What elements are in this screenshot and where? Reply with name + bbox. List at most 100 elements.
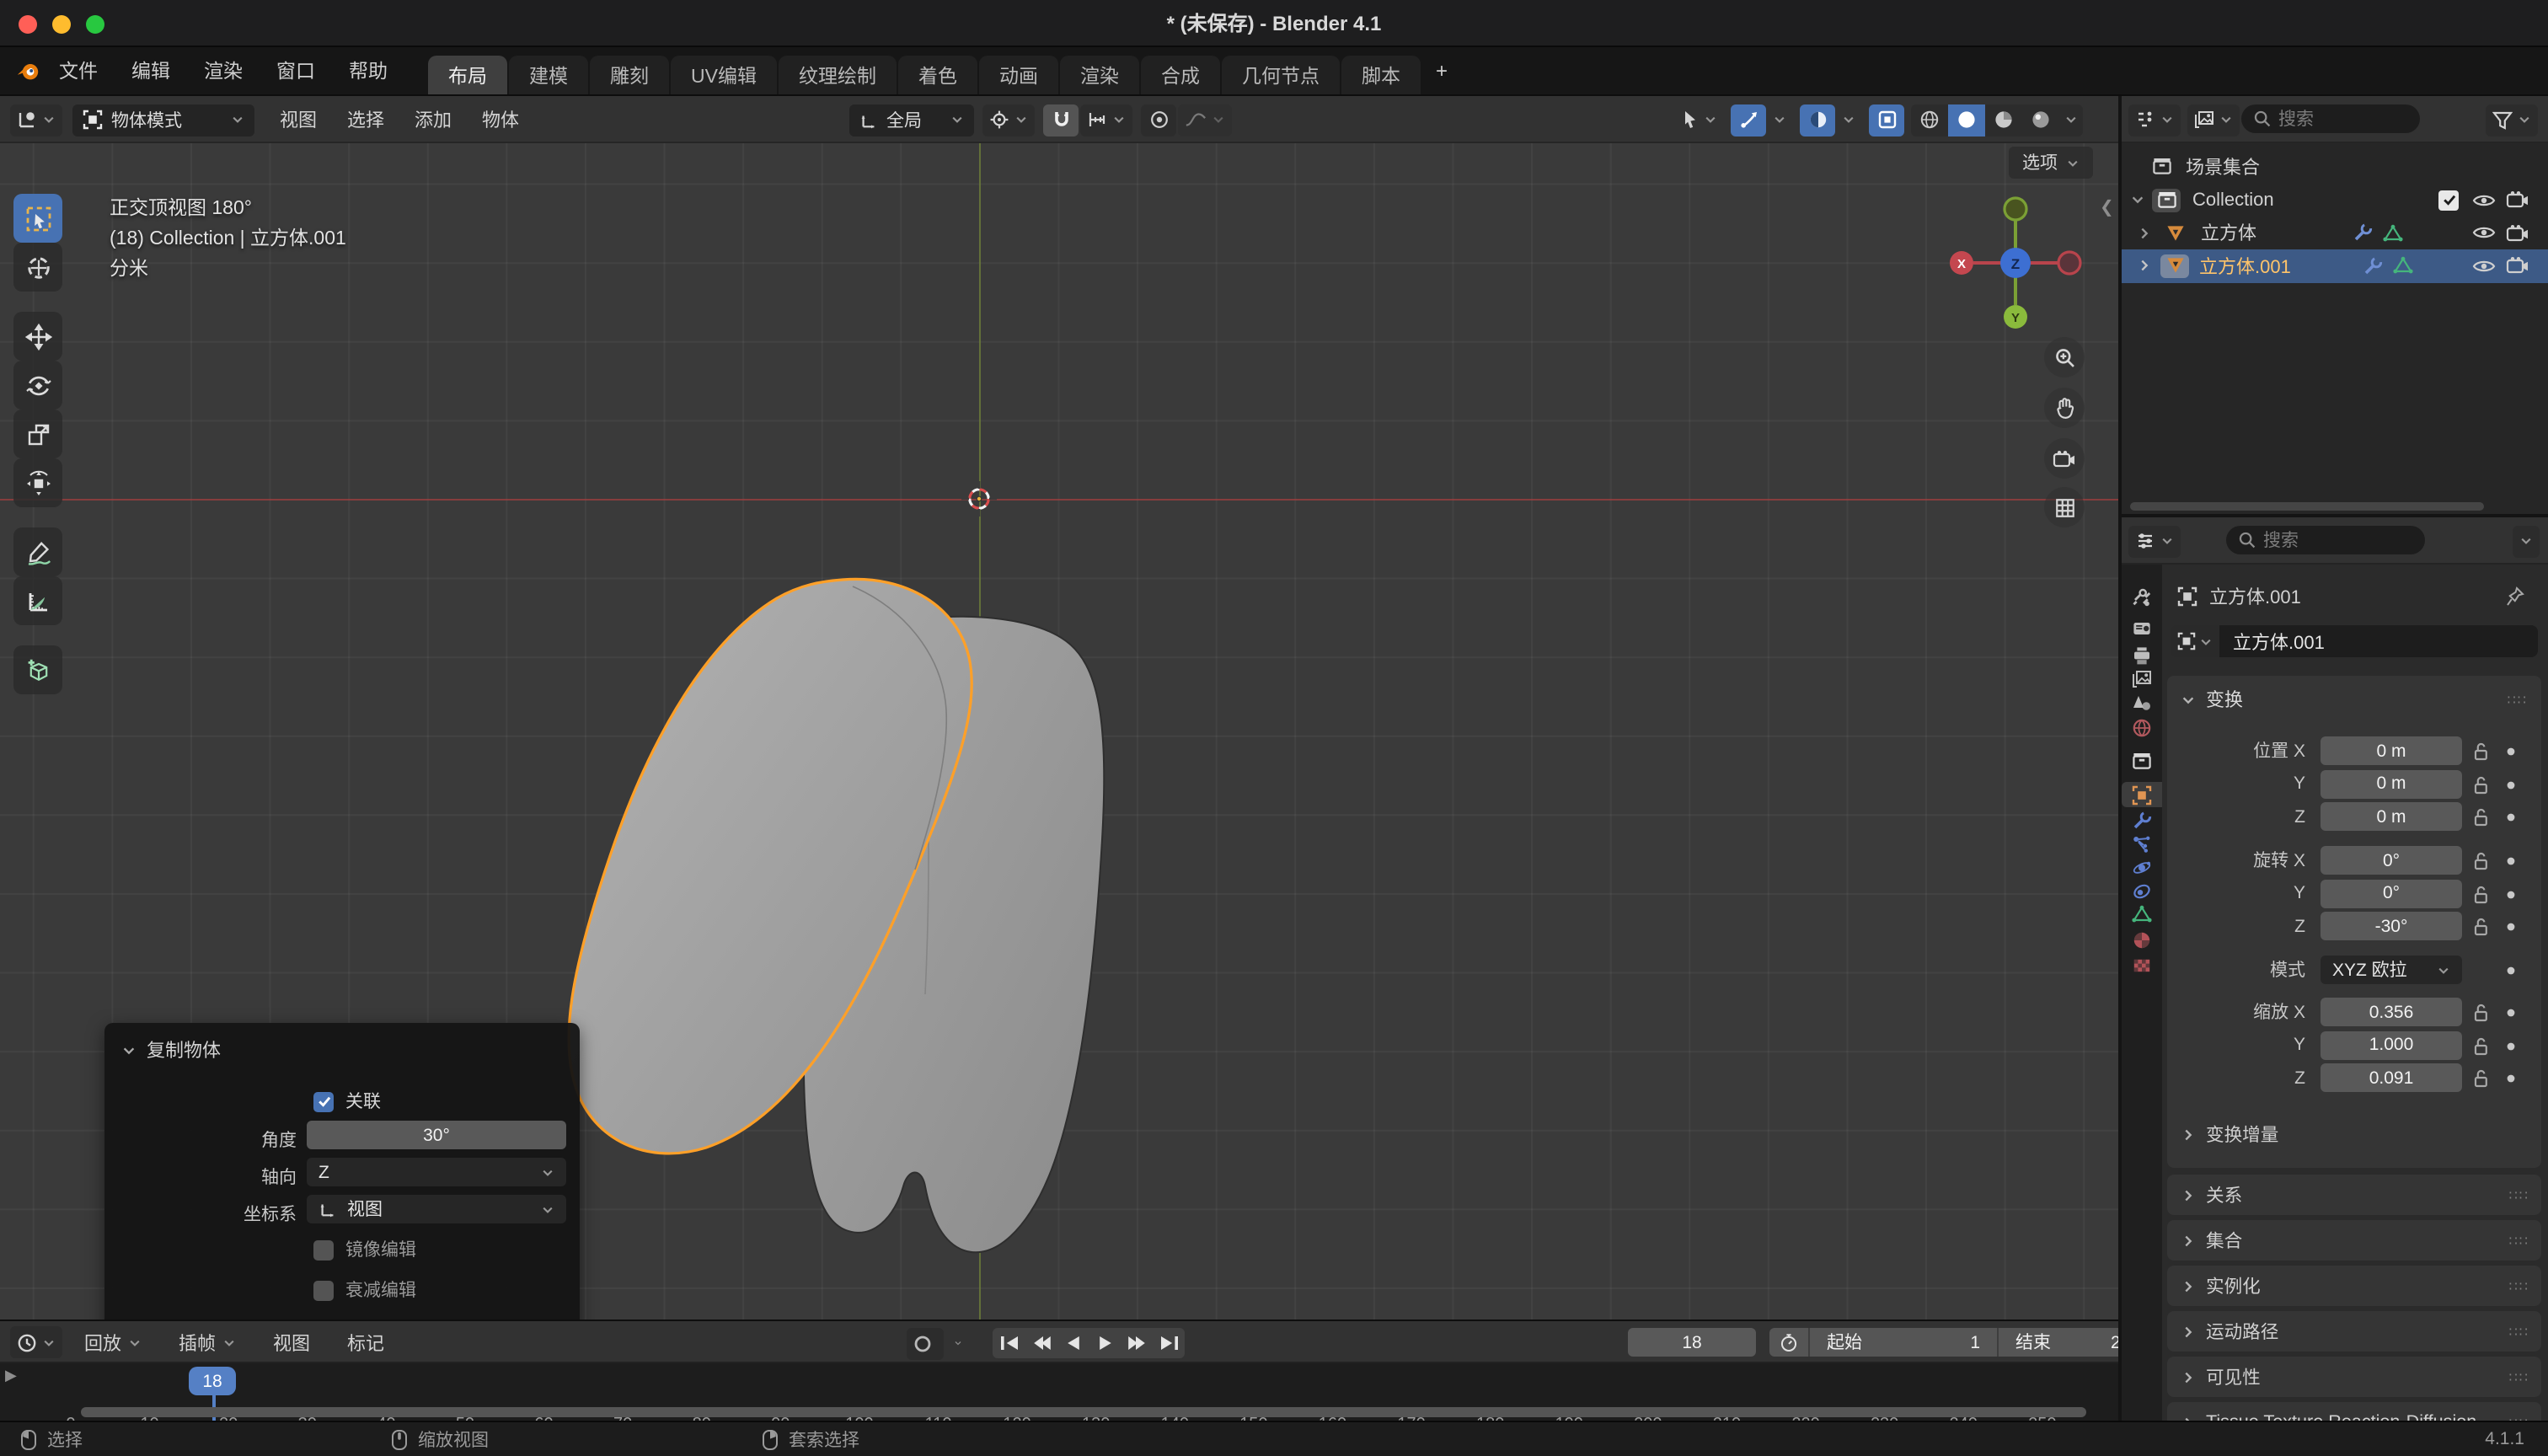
snap-settings-dropdown[interactable] bbox=[1080, 104, 1132, 136]
workspace-tab[interactable]: 脚本 bbox=[1341, 56, 1421, 94]
outliner-row-collection[interactable]: Collection bbox=[2122, 184, 2548, 217]
viewport-menu-item[interactable]: 添加 bbox=[399, 106, 467, 133]
outliner-filter-button[interactable] bbox=[2486, 104, 2538, 136]
animate-dot-icon[interactable] bbox=[2506, 779, 2516, 790]
lock-icon[interactable] bbox=[2472, 1068, 2489, 1089]
camera-icon[interactable] bbox=[2506, 191, 2529, 210]
tab-particles[interactable] bbox=[2122, 831, 2162, 856]
use-preview-range-button[interactable] bbox=[1769, 1328, 1810, 1357]
auto-keying-dropdown[interactable] bbox=[947, 1327, 969, 1359]
lock-icon[interactable] bbox=[2472, 741, 2489, 762]
overlays-dropdown[interactable] bbox=[1835, 104, 1862, 136]
previous-keyframe-button[interactable] bbox=[1025, 1328, 1057, 1358]
play-reverse-button[interactable] bbox=[1057, 1328, 1089, 1358]
transform-value-field[interactable]: 0° bbox=[2320, 879, 2462, 907]
animate-dot-icon[interactable] bbox=[2506, 1073, 2516, 1084]
jump-to-end-button[interactable] bbox=[1153, 1328, 1185, 1358]
snap-toggle[interactable] bbox=[1043, 104, 1079, 136]
jump-to-start-button[interactable] bbox=[993, 1328, 1025, 1358]
panel-grip-icon[interactable]: ∷∷ bbox=[2509, 1369, 2529, 1384]
editor-type-button[interactable] bbox=[10, 104, 62, 136]
axis-dropdown[interactable]: Z bbox=[307, 1158, 566, 1186]
animate-dot-icon[interactable] bbox=[2506, 1008, 2516, 1018]
transform-value-field[interactable]: -30° bbox=[2320, 912, 2462, 940]
shading-material-button[interactable] bbox=[1985, 104, 2022, 136]
tab-world[interactable] bbox=[2122, 715, 2162, 740]
move-tool[interactable] bbox=[13, 312, 62, 361]
current-frame-indicator[interactable]: 18 bbox=[189, 1367, 236, 1395]
transform-value-field[interactable]: 0° bbox=[2320, 846, 2462, 875]
properties-panel-collapsed[interactable]: 运动路径 ∷∷ bbox=[2167, 1311, 2541, 1352]
show-gizmo-toggle[interactable] bbox=[1731, 104, 1766, 136]
properties-options-button[interactable] bbox=[2513, 525, 2540, 557]
xray-toggle[interactable] bbox=[1869, 104, 1904, 136]
tab-material[interactable] bbox=[2122, 927, 2162, 952]
mode-selector[interactable]: 物体模式 bbox=[72, 104, 254, 136]
rotation-mode-dropdown[interactable]: XYZ 欧拉 bbox=[2320, 956, 2462, 984]
transform-panel-title[interactable]: 变换 bbox=[2206, 686, 2243, 713]
camera-view-button[interactable] bbox=[2044, 438, 2085, 479]
zoom-view-button[interactable] bbox=[2044, 337, 2085, 377]
expand-icon[interactable] bbox=[2137, 259, 2152, 274]
outliner-editor-type-button[interactable] bbox=[2128, 104, 2181, 136]
annotate-tool[interactable] bbox=[13, 527, 62, 576]
lock-icon[interactable] bbox=[2472, 917, 2489, 937]
workspace-tab[interactable]: 合成 bbox=[1141, 56, 1220, 94]
menu-item[interactable]: 文件 bbox=[42, 47, 115, 94]
lock-icon[interactable] bbox=[2472, 851, 2489, 871]
menu-item[interactable]: 渲染 bbox=[187, 47, 260, 94]
options-button[interactable]: 选项 bbox=[2009, 147, 2093, 179]
frame-ruler[interactable]: 0102030405060708090100110120130140150160… bbox=[0, 1363, 2118, 1404]
add-cube-tool[interactable] bbox=[13, 645, 62, 694]
workspace-tab[interactable]: 布局 bbox=[428, 56, 507, 94]
perspective-toggle-button[interactable] bbox=[2044, 487, 2085, 527]
select-box-tool[interactable] bbox=[13, 194, 62, 243]
pin-icon[interactable] bbox=[2506, 586, 2524, 607]
collapse-icon[interactable] bbox=[121, 1042, 136, 1057]
animate-dot-icon[interactable] bbox=[2506, 922, 2516, 932]
animate-dot-icon[interactable] bbox=[2506, 812, 2516, 822]
measure-tool[interactable] bbox=[13, 576, 62, 625]
viewport-canvas[interactable]: 正交顶视图 180° (18) Collection | 立方体.001 分米 … bbox=[0, 143, 2118, 1320]
properties-editor-type-button[interactable] bbox=[2128, 525, 2181, 557]
delta-transform-subpanel[interactable]: 变换增量 bbox=[2181, 1121, 2278, 1148]
properties-panel-collapsed[interactable]: 实例化 ∷∷ bbox=[2167, 1266, 2541, 1306]
workspace-tab[interactable]: UV编辑 bbox=[671, 56, 777, 94]
keying-menu[interactable]: 插帧 bbox=[163, 1329, 251, 1356]
lock-icon[interactable] bbox=[2472, 774, 2489, 795]
breadcrumb-label[interactable]: 立方体.001 bbox=[2209, 583, 2301, 610]
transform-value-field[interactable]: 0.091 bbox=[2320, 1063, 2462, 1092]
shading-dropdown[interactable] bbox=[2059, 104, 2083, 136]
orientation-dropdown[interactable]: 视图 bbox=[307, 1195, 566, 1223]
object-name-field[interactable]: 立方体.001 bbox=[2219, 625, 2538, 657]
timeline-marker-menu[interactable]: 标记 bbox=[332, 1329, 399, 1356]
show-overlays-toggle[interactable] bbox=[1800, 104, 1835, 136]
outliner-row-cube[interactable]: 立方体 bbox=[2122, 217, 2548, 249]
outliner-row-cube001[interactable]: 立方体.001 bbox=[2122, 249, 2548, 282]
shading-rendered-button[interactable] bbox=[2022, 104, 2059, 136]
tab-collection[interactable] bbox=[2122, 748, 2162, 774]
menu-item[interactable]: 窗口 bbox=[260, 47, 332, 94]
transform-value-field[interactable]: 0 m bbox=[2320, 802, 2462, 831]
panel-grip-icon[interactable]: ∷∷ bbox=[2509, 1415, 2529, 1421]
navigation-gizmo[interactable]: X Y Z bbox=[1943, 189, 2095, 340]
outliner-display-mode-button[interactable] bbox=[2187, 104, 2240, 136]
pivot-point-dropdown[interactable] bbox=[982, 104, 1035, 136]
lock-icon[interactable] bbox=[2472, 807, 2489, 827]
tab-modifiers[interactable] bbox=[2122, 807, 2162, 832]
tab-object-data[interactable] bbox=[2122, 902, 2162, 927]
tab-scene[interactable] bbox=[2122, 689, 2162, 715]
tab-physics[interactable] bbox=[2122, 854, 2162, 880]
timeline-view-menu[interactable]: 视图 bbox=[258, 1329, 325, 1356]
animate-dot-icon[interactable] bbox=[2506, 747, 2516, 757]
expand-icon[interactable] bbox=[2130, 193, 2145, 208]
workspace-tab[interactable]: 渲染 bbox=[1060, 56, 1139, 94]
transform-value-field[interactable]: 0 m bbox=[2320, 736, 2462, 765]
angle-field[interactable]: 30° bbox=[307, 1121, 566, 1149]
menu-item[interactable]: 帮助 bbox=[332, 47, 404, 94]
scale-tool[interactable] bbox=[13, 410, 62, 458]
gizmo-axis-x-neg[interactable] bbox=[2058, 252, 2080, 274]
object-browse-button[interactable] bbox=[2171, 625, 2219, 657]
transform-orientation-dropdown[interactable]: 全局 bbox=[849, 104, 974, 136]
workspace-tab[interactable]: 动画 bbox=[979, 56, 1058, 94]
